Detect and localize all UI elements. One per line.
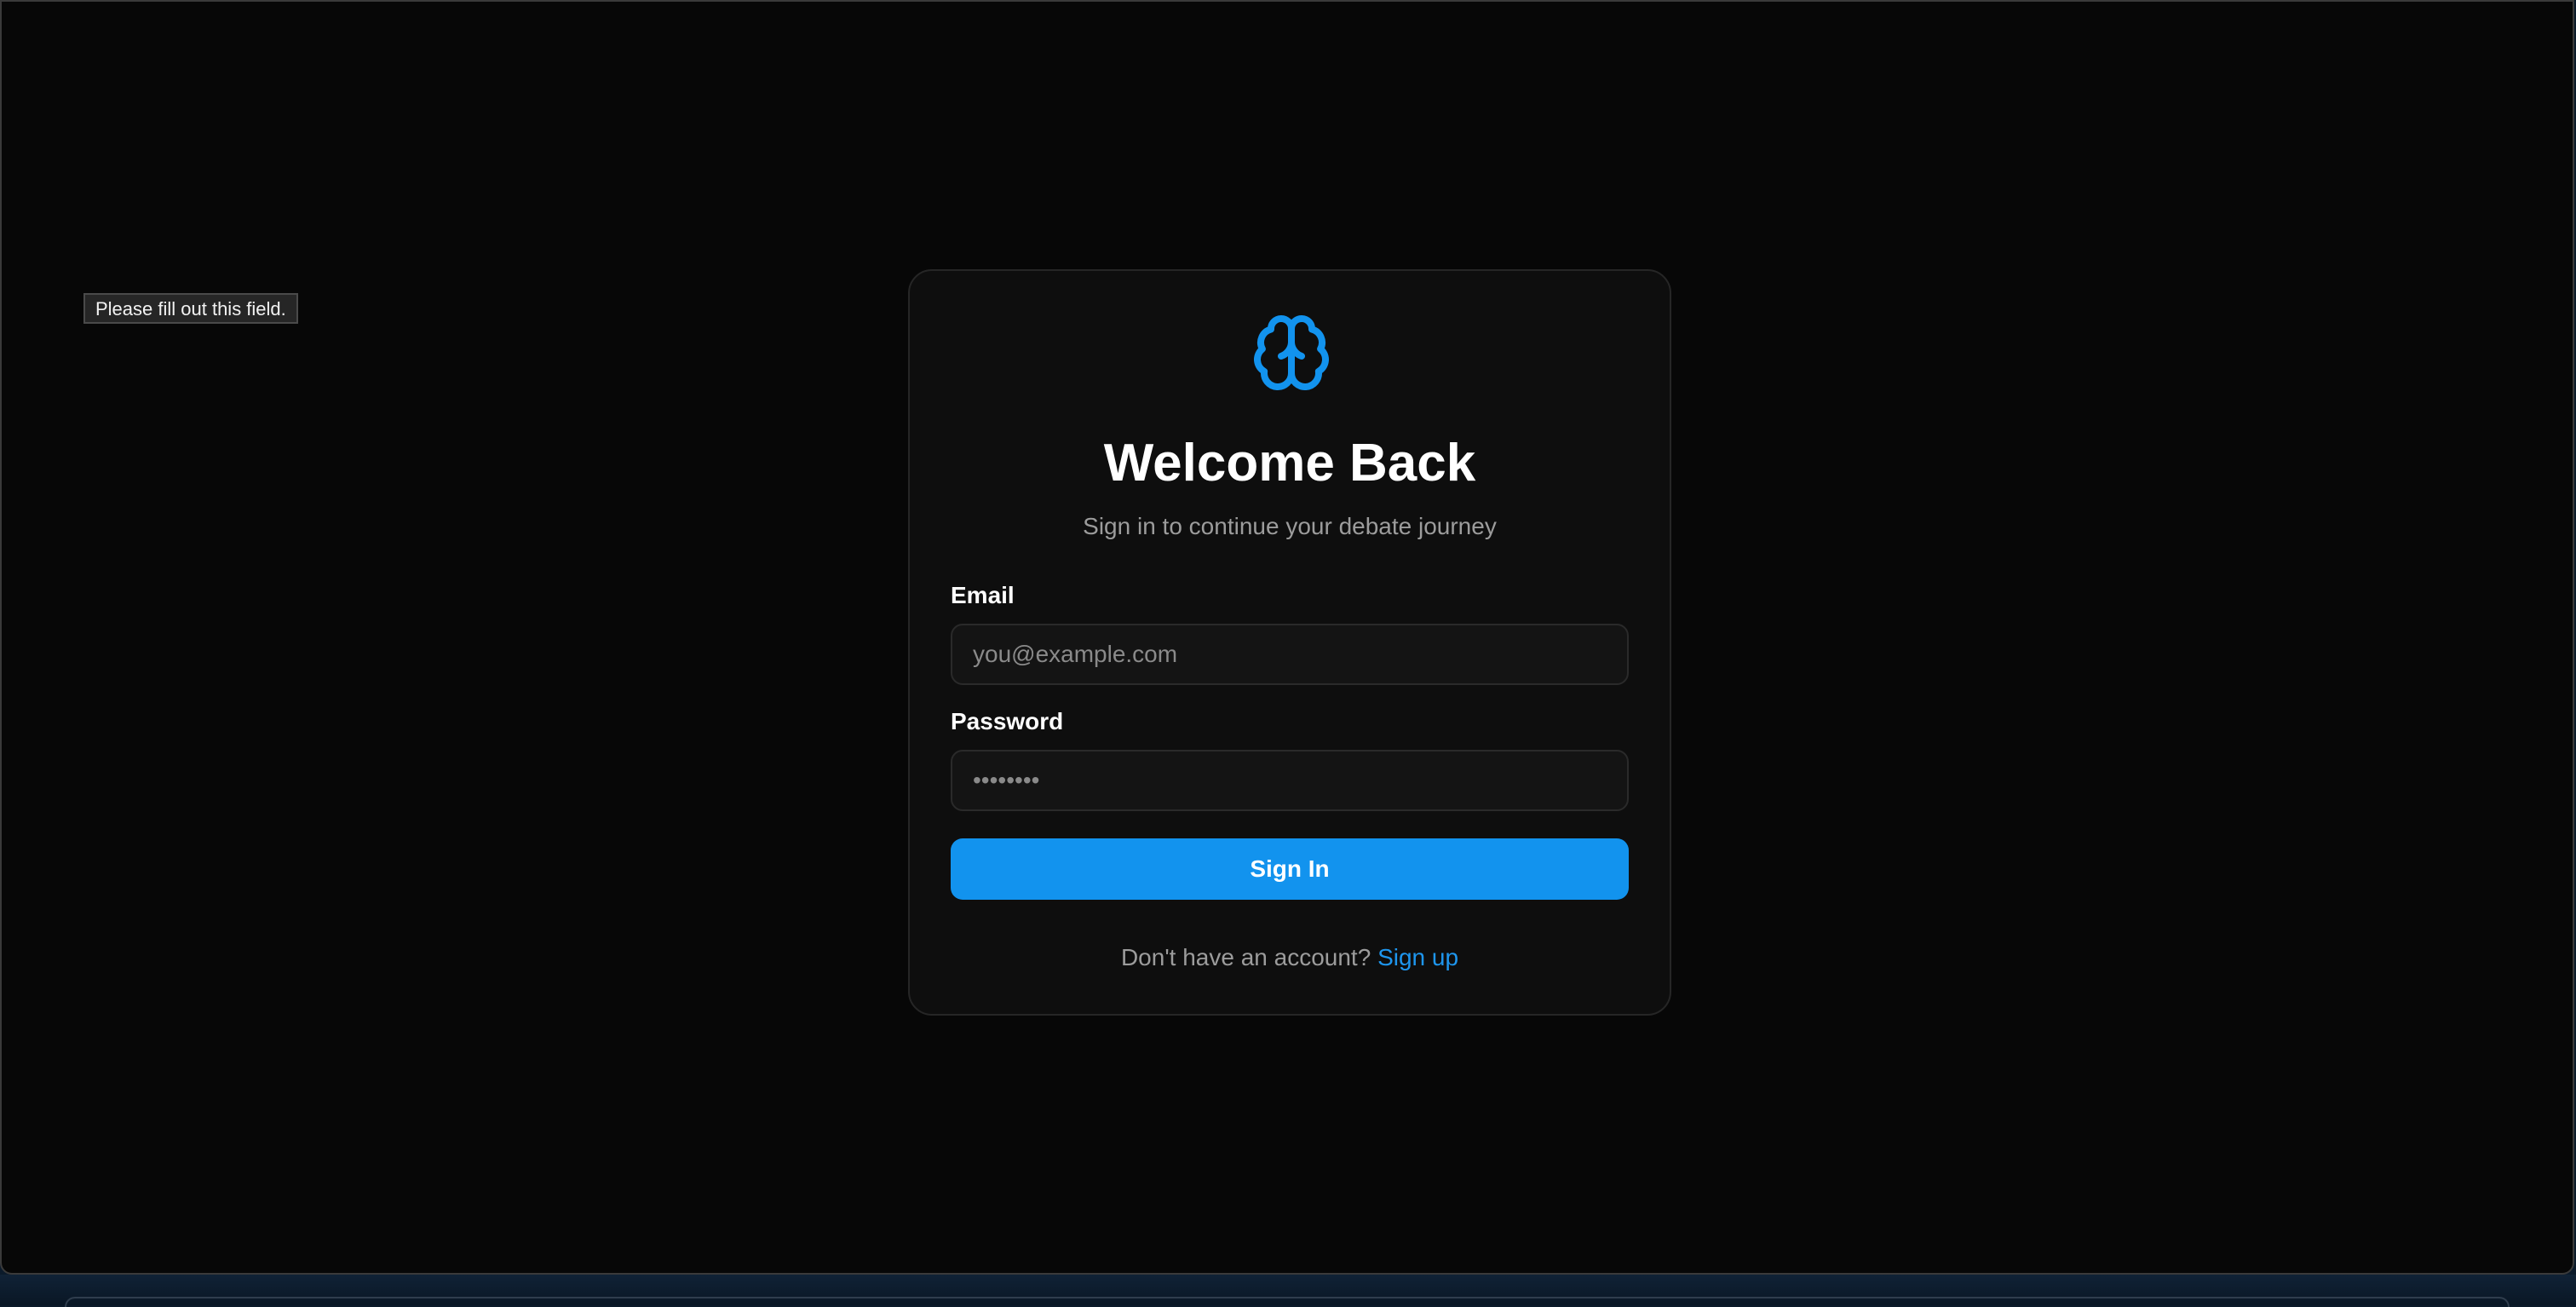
sign-in-button[interactable]: Sign In <box>951 838 1629 900</box>
page-title: Welcome Back <box>1103 434 1476 492</box>
app-window: Please fill out this field. Welcome Back… <box>0 0 2574 1275</box>
validation-tooltip: Please fill out this field. <box>83 293 298 324</box>
email-label: Email <box>951 582 1015 608</box>
login-card: Welcome Back Sign in to continue your de… <box>908 269 1671 1016</box>
email-field[interactable] <box>951 624 1629 685</box>
sign-up-link[interactable]: Sign up <box>1377 944 1458 970</box>
page-subtitle: Sign in to continue your debate journey <box>1083 513 1497 539</box>
brain-icon <box>1254 314 1329 390</box>
lower-window-edge <box>65 1297 2510 1307</box>
password-label: Password <box>951 708 1064 734</box>
signup-prompt: Don't have an account? Sign up <box>910 942 1670 973</box>
password-field[interactable] <box>951 750 1629 811</box>
signup-prompt-text: Don't have an account? <box>1120 944 1378 970</box>
